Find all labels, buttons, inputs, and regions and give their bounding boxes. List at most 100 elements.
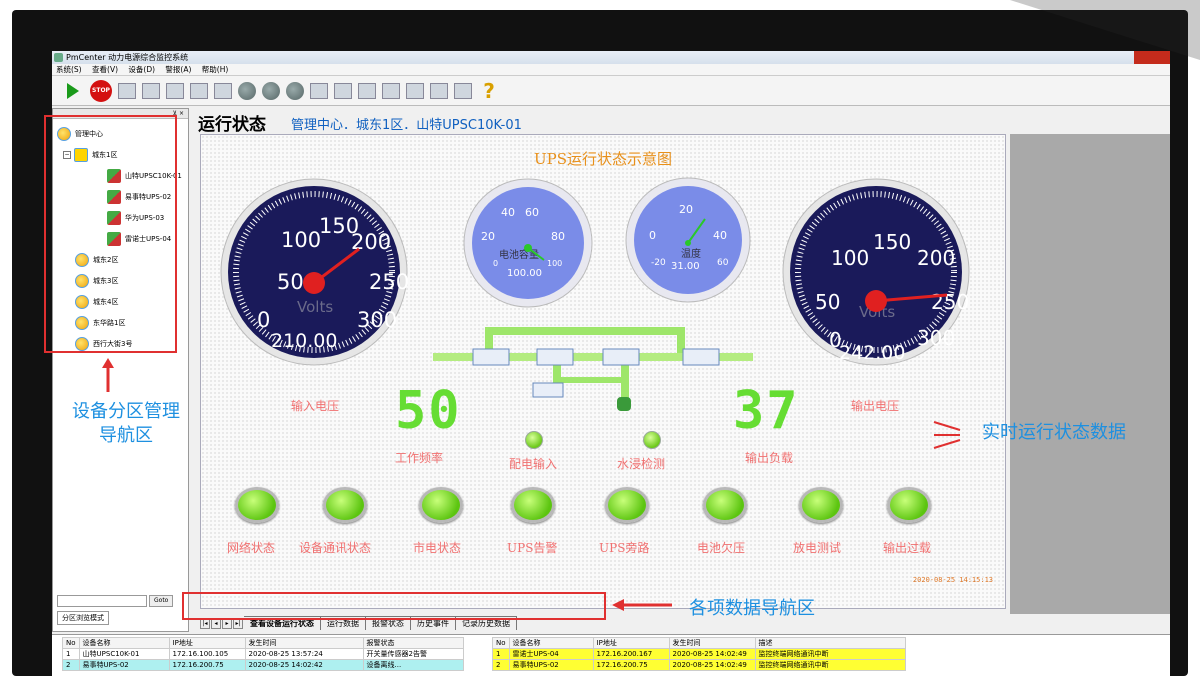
power-input-label: 配电输入 — [509, 457, 558, 471]
goto-row: Goto — [57, 595, 174, 607]
status-led — [419, 487, 463, 523]
gauge-tick: 50 — [277, 270, 304, 294]
report-icon[interactable] — [166, 82, 184, 99]
table-row[interactable]: 2 易事特UPS-02 172.16.200.75 2020-08-25 14:… — [62, 659, 464, 671]
table-header: 设备名称 — [78, 637, 170, 649]
output-voltage-label: 输出电压 — [851, 399, 900, 413]
gauge-value: 100.00 — [507, 268, 542, 279]
hand-icon[interactable] — [310, 82, 328, 99]
table-header: 报警状态 — [362, 637, 464, 649]
load-label: 输出负载 — [745, 451, 794, 465]
gauge-tick: 150 — [873, 230, 911, 254]
menu-view[interactable]: 查看(V) — [92, 65, 118, 74]
table-cell: 易事特UPS-02 — [78, 659, 170, 671]
output-voltage-gauge: 100 50 0 150 200 250 300 Volts 242.00 — [771, 177, 981, 367]
table-header: 发生时间 — [668, 637, 756, 649]
status-label: 网络状态 — [227, 541, 276, 555]
input-voltage-gauge: 50 0 100 150 200 250 300 Volts 210.00 — [219, 177, 409, 367]
table-cell: 山特UPSC10K-01 — [78, 648, 170, 660]
zoom-in-icon[interactable] — [238, 81, 256, 100]
gauge-tick: 20 — [679, 203, 693, 216]
stop-icon[interactable]: STOP — [90, 79, 112, 102]
table-row[interactable]: 1 雷诺士UPS-04 172.16.200.167 2020-08-25 14… — [492, 648, 906, 660]
table-header: 发生时间 — [244, 637, 364, 649]
menu-alarm[interactable]: 警报(A) — [165, 65, 191, 74]
status-label: 放电测试 — [793, 541, 842, 555]
title-bar: PmCenter 动力电源综合监控系统 — [52, 51, 1170, 64]
table-cell: 2 — [62, 659, 80, 671]
keyboard-icon[interactable] — [406, 82, 424, 99]
gauge-tick: 0 — [649, 229, 656, 242]
gauge-tick: 100 — [547, 259, 562, 268]
browse-mode-tab[interactable]: 分区浏览模式 — [57, 611, 109, 625]
table-cell: 2020-08-25 14:02:42 — [244, 659, 364, 671]
menu-device[interactable]: 设备(D) — [128, 65, 155, 74]
annotation-left: 设备分区管理 导航区 — [72, 401, 180, 446]
tree-highlight-box — [44, 115, 177, 353]
hand2-icon[interactable] — [334, 82, 352, 99]
goto-input[interactable] — [57, 595, 147, 607]
menu-help[interactable]: 帮助(H) — [202, 65, 229, 74]
help-icon[interactable]: ? — [478, 79, 500, 103]
tree-icon[interactable] — [142, 82, 160, 99]
ups-topology — [433, 317, 753, 413]
network-icon[interactable] — [382, 82, 400, 99]
zoom-out-icon[interactable] — [262, 81, 280, 100]
gauge-label: 电池容量 — [499, 248, 539, 261]
play-icon[interactable] — [62, 80, 84, 102]
table-row[interactable]: 1 山特UPSC10K-01 172.16.100.105 2020-08-25… — [62, 648, 464, 660]
table-cell: 172.16.200.75 — [592, 659, 670, 671]
table-cell: 2020-08-25 14:02:49 — [668, 648, 756, 660]
gauge-unit: Volts — [297, 298, 333, 316]
table-cell: 172.16.200.75 — [168, 659, 246, 671]
zoom-fit-icon[interactable] — [286, 81, 304, 100]
gauge-tick: 0 — [493, 259, 498, 268]
table-header: 设备名称 — [508, 637, 594, 649]
table-cell: 2020-08-25 14:02:49 — [668, 659, 756, 671]
app-icon — [54, 53, 63, 62]
load-display: 37 — [733, 381, 800, 441]
page-title: 运行状态 — [198, 115, 266, 135]
goto-button[interactable]: Goto — [149, 595, 174, 607]
power-input-led — [525, 431, 543, 449]
left-arrow-icon — [612, 599, 672, 611]
gauge-tick: 0 — [257, 308, 270, 332]
gauge-tick: -20 — [651, 258, 666, 268]
annotation-bottom: 各项数据导航区 — [689, 598, 815, 619]
table-header-row: No 设备名称 IP地址 发生时间 报警状态 — [62, 637, 464, 649]
gauge-tick: 200 — [917, 246, 955, 270]
main-area: 运行状态 管理中心．城东1区．山特UPSC10K-01 UPS运行状态示意图 5… — [194, 108, 1170, 632]
close-button[interactable] — [1134, 51, 1170, 64]
gauge-label: 温度 — [681, 247, 701, 260]
table-cell: 172.16.200.167 — [592, 648, 670, 660]
table-header-row: No 设备名称 IP地址 发生时间 描述 — [492, 637, 906, 649]
settings-icon[interactable] — [358, 82, 376, 99]
window-title: PmCenter 动力电源综合监控系统 — [66, 53, 189, 62]
sound-icon[interactable] — [214, 82, 232, 99]
chart-icon[interactable] — [454, 82, 472, 99]
gauge-tick: 300 — [357, 308, 397, 332]
table-row[interactable]: 2 易事特UPS-02 172.16.200.75 2020-08-25 14:… — [492, 659, 906, 671]
tools-icon[interactable] — [190, 82, 208, 99]
table-cell: 172.16.100.105 — [168, 648, 246, 660]
gauge-tick: 100 — [831, 246, 869, 270]
temperature-gauge: 20 0 40 -20 60 温度 31.00 — [625, 177, 751, 303]
gauge-tick: 60 — [525, 206, 539, 219]
breadcrumb: 管理中心．城东1区．山特UPSC10K-01 — [291, 118, 522, 133]
timestamp: 2020-08-25 14:15:13 — [912, 576, 993, 584]
water-detect-label: 水浸检测 — [617, 457, 666, 471]
toolbar: STOP ? — [52, 76, 1170, 106]
table-cell: 2 — [492, 659, 510, 671]
menu-system[interactable]: 系统(S) — [56, 65, 82, 74]
save-icon[interactable] — [118, 82, 136, 99]
table-cell: 监控终端网络通讯中断 — [754, 648, 906, 660]
gauge-tick: 100 — [281, 228, 321, 252]
alarm-table-left: No 设备名称 IP地址 发生时间 报警状态 1 山特UPSC10K-01 17… — [62, 637, 464, 671]
edit-icon[interactable] — [430, 82, 448, 99]
gauge-tick: 250 — [369, 270, 409, 294]
table-header: IP地址 — [168, 637, 246, 649]
gauge-tick: 250 — [931, 290, 969, 314]
status-label: 设备通讯状态 — [299, 541, 372, 555]
gauge-value: 210.00 — [271, 330, 337, 352]
triple-arrow-icon — [933, 421, 961, 449]
